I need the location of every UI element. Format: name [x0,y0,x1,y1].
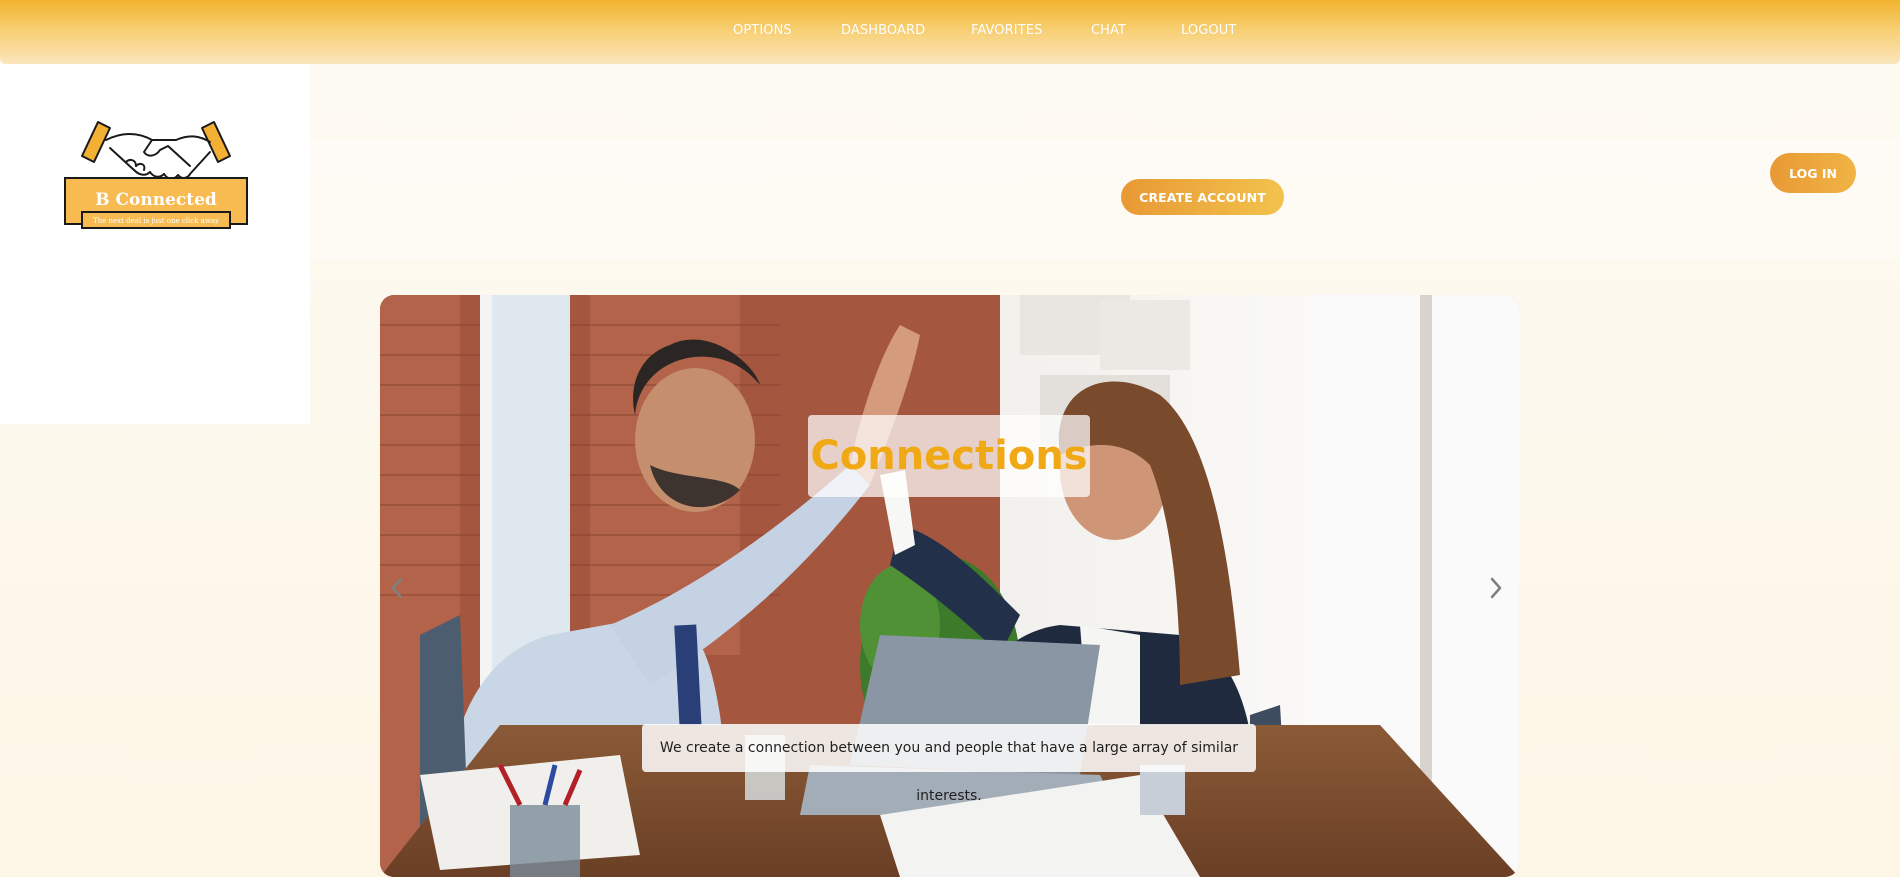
header-band [310,140,1900,260]
logo-panel: B Connected The next deal is just one cl… [0,64,310,424]
nav-item-options[interactable]: OPTIONS [733,23,792,38]
brand-logo[interactable]: B Connected The next deal is just one cl… [64,120,248,230]
nav-item-logout[interactable]: LOGOUT [1181,23,1236,38]
chevron-left-icon [391,577,403,599]
carousel-prev-button[interactable] [382,563,412,613]
logo-tagline: The next deal is just one click away [93,217,219,225]
create-account-button[interactable]: CREATE ACCOUNT [1121,179,1284,215]
logo-name: B Connected [95,190,217,210]
carousel-title: Connections [808,415,1090,497]
nav-item-dashboard[interactable]: DASHBOARD [841,23,925,38]
nav-item-chat[interactable]: CHAT [1091,23,1126,38]
hero-carousel: Connections We create a connection betwe… [380,295,1519,877]
carousel-next-button[interactable] [1481,563,1511,613]
nav-item-favorites[interactable]: FAVORITES [971,23,1042,38]
handshake-icon [81,121,231,180]
login-button[interactable]: LOG IN [1770,153,1856,193]
nav-menu: OPTIONS DASHBOARD FAVORITES CHAT LOGOUT [0,0,1900,64]
chevron-right-icon [1490,577,1502,599]
top-nav: OPTIONS DASHBOARD FAVORITES CHAT LOGOUT [0,0,1900,64]
carousel-caption: We create a connection between you and p… [642,724,1256,804]
